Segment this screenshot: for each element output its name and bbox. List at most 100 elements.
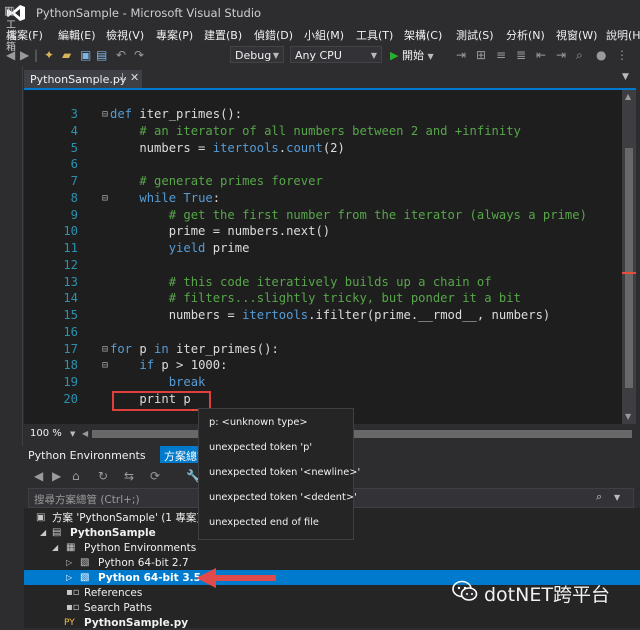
code-token: numbers = <box>110 308 243 322</box>
save-all-icon[interactable]: ▤ <box>96 48 107 62</box>
tree-item-env-27[interactable]: Python 64-bit 2.7 <box>98 556 189 570</box>
indent-icon[interactable]: ⇤ <box>536 48 546 62</box>
code-token: (2) <box>322 140 345 155</box>
line-number: 13 <box>63 274 78 289</box>
code-line[interactable]: # this code iteratively builds up a chai… <box>110 274 492 291</box>
code-token: p <box>132 341 155 356</box>
expand-icon[interactable]: ▷ <box>66 571 72 585</box>
expand-icon[interactable]: ▷ <box>66 556 72 570</box>
tree-item-solution[interactable]: 方案 'PythonSample' (1 專案) <box>52 511 200 525</box>
menu-test[interactable]: 測試(S) <box>456 27 494 43</box>
menu-build[interactable]: 建置(B) <box>204 27 242 43</box>
menu-window[interactable]: 視窗(W) <box>556 27 597 43</box>
chevron-down-icon[interactable]: ▼ <box>70 430 75 438</box>
code-line[interactable]: while True: <box>110 190 220 207</box>
code-line[interactable]: if p > 1000: <box>110 357 227 374</box>
tooltip-line: unexpected token 'p' <box>209 442 313 453</box>
tooltip-line: unexpected token '<newline>' <box>209 467 361 478</box>
document-tab[interactable]: PythonSample.py ⊥ ✕ <box>24 70 142 88</box>
code-line[interactable]: # filters...slightly tricky, but ponder … <box>110 290 521 307</box>
menu-help[interactable]: 說明(H) <box>606 27 640 43</box>
standard-toolbar: ◀ ▶ | ✦ ▰ ▣ ▤ ↶ ↷ Debug ▼ Any CPU ▼ ▶ 開始… <box>0 44 640 66</box>
comment-icon[interactable]: ≡ <box>496 48 506 62</box>
pin-icon[interactable]: ⊥ <box>118 72 127 83</box>
open-file-icon[interactable]: ▰ <box>62 48 71 62</box>
horizontal-scrollbar-thumb[interactable] <box>92 430 632 438</box>
uncomment-icon[interactable]: ≣ <box>516 48 526 62</box>
start-debugging-button[interactable]: ▶ 開始 ▼ <box>390 47 434 63</box>
zoom-level[interactable]: 100 % <box>30 428 62 439</box>
line-number: 5 <box>70 140 78 155</box>
collapse-icon[interactable]: ◢ <box>52 541 58 555</box>
menu-architecture[interactable]: 架構(C) <box>404 27 442 43</box>
breakpoint-icon[interactable]: ● <box>596 48 606 62</box>
toolbar-overflow-icon[interactable]: ⋮ <box>616 48 628 62</box>
line-number: 8 <box>70 190 78 205</box>
step-icon[interactable]: ⇥ <box>456 48 466 62</box>
tree-item-search-paths[interactable]: Search Paths <box>84 601 152 615</box>
menu-project[interactable]: 專案(P) <box>156 27 193 43</box>
line-number: 9 <box>70 207 78 222</box>
fold-toggle-icon[interactable]: ⊟ <box>102 193 108 204</box>
code-line[interactable]: numbers = itertools.ifilter(prime.__rmod… <box>110 307 551 324</box>
forward-icon[interactable]: ▶ <box>52 469 61 483</box>
menu-tools[interactable]: 工具(T) <box>356 27 393 43</box>
code-line[interactable]: numbers = itertools.count(2) <box>110 140 345 157</box>
sync-icon[interactable]: ⇆ <box>124 469 134 483</box>
save-icon[interactable]: ▣ <box>80 48 91 62</box>
tree-item-project[interactable]: PythonSample <box>70 526 156 540</box>
code-line[interactable]: for p in iter_primes(): <box>110 341 279 358</box>
close-icon[interactable]: ✕ <box>130 71 139 84</box>
menu-debug[interactable]: 偵錯(D) <box>254 27 293 43</box>
code-token: itertools <box>212 140 279 155</box>
redo-icon[interactable]: ↷ <box>134 48 144 62</box>
code-line[interactable]: break <box>110 374 206 391</box>
tab-python-environments[interactable]: Python Environments <box>28 449 146 462</box>
history-icon[interactable]: ↻ <box>98 469 108 483</box>
home-icon[interactable]: ⌂ <box>72 469 80 483</box>
code-line[interactable]: prime = numbers.next() <box>110 223 330 240</box>
undo-icon[interactable]: ↶ <box>116 48 126 62</box>
menu-team[interactable]: 小組(M) <box>304 27 344 43</box>
tree-item-references[interactable]: References <box>84 586 142 600</box>
find-icon[interactable]: ⌕ <box>576 48 583 62</box>
wechat-logo-icon <box>452 580 478 601</box>
toolbox-icon[interactable]: ▥ <box>4 4 18 18</box>
scroll-up-icon[interactable]: ▲ <box>625 92 631 101</box>
code-line[interactable]: def iter_primes(): <box>110 106 242 123</box>
solution-platform-select[interactable]: Any CPU ▼ <box>290 46 382 63</box>
code-line[interactable]: yield prime <box>110 240 250 257</box>
code-token: iter_primes(): <box>132 107 243 121</box>
code-line[interactable]: # get the first number from the iterator… <box>110 207 587 224</box>
menu-analyze[interactable]: 分析(N) <box>506 27 545 43</box>
tab-list-dropdown-icon[interactable]: ▼ <box>622 72 629 82</box>
back-icon[interactable]: ◀ <box>34 469 43 483</box>
scroll-left-icon[interactable]: ◀ <box>82 429 88 438</box>
toolbox-label[interactable]: 工具箱 <box>6 20 16 53</box>
scroll-down-icon[interactable]: ▼ <box>625 412 631 421</box>
chevron-down-icon[interactable]: ▼ <box>614 493 620 502</box>
menu-edit[interactable]: 編輯(E) <box>58 27 96 43</box>
code-line[interactable]: # generate primes forever <box>110 173 323 190</box>
code-token: # generate primes forever <box>110 174 323 188</box>
menu-view[interactable]: 檢視(V) <box>106 27 144 43</box>
code-line[interactable]: # an iterator of all numbers between 2 a… <box>110 123 521 140</box>
collapse-icon[interactable]: ◢ <box>40 526 46 540</box>
platform-value: Any CPU <box>295 49 342 62</box>
refresh-icon[interactable]: ⟳ <box>150 469 160 483</box>
new-project-icon[interactable]: ✦ <box>44 48 54 62</box>
fold-toggle-icon[interactable]: ⊟ <box>102 109 108 120</box>
fold-toggle-icon[interactable]: ⊟ <box>102 344 108 355</box>
code-token: def <box>110 107 133 121</box>
fold-toggle-icon[interactable]: ⊟ <box>102 360 108 371</box>
outdent-icon[interactable]: ⇥ <box>556 48 566 62</box>
solution-configuration-select[interactable]: Debug ▼ <box>230 46 284 63</box>
search-icon[interactable]: ⌕ <box>596 490 602 504</box>
tree-item-env-35[interactable]: Python 64-bit 3.5 <box>98 571 201 585</box>
forward-icon[interactable]: ▶ <box>20 48 29 62</box>
tree-item-python-environments[interactable]: Python Environments <box>84 541 196 555</box>
toolbox-strip[interactable] <box>0 66 23 446</box>
scrollbar-thumb[interactable] <box>625 148 633 388</box>
bookmark-icon[interactable]: ⊞ <box>476 48 486 62</box>
